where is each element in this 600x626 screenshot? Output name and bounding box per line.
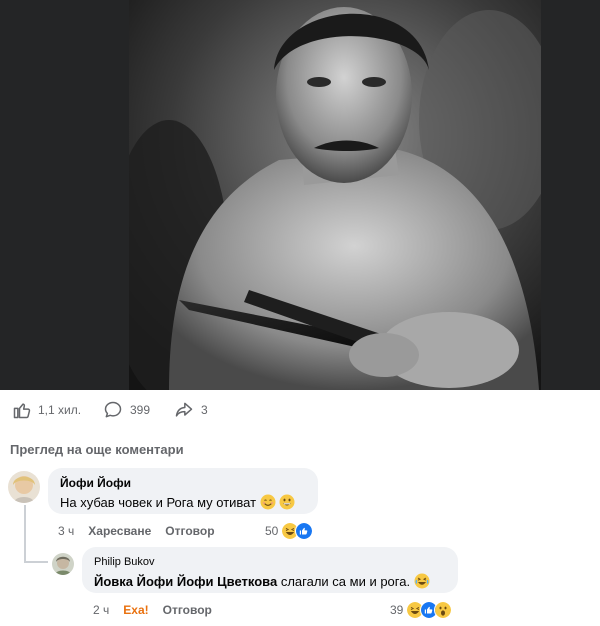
comment-bubble-icon [104, 401, 122, 418]
post-stats: 1,1 хил. 399 3 [0, 390, 600, 430]
share-arrow-icon [175, 402, 193, 417]
reaction-count: 50 [265, 524, 279, 538]
comment-count: 399 [130, 403, 151, 417]
comment-text: На хубав човек и Рога му отиват [60, 494, 295, 510]
comment-author[interactable]: Йофи Йофи [60, 476, 131, 490]
like-stat[interactable]: 1,1 хил. [12, 400, 81, 420]
share-count: 3 [201, 403, 208, 417]
avatar[interactable] [52, 553, 74, 575]
post-photo[interactable] [129, 0, 541, 390]
reply-button[interactable]: Отговор [163, 603, 212, 617]
share-stat[interactable]: 3 [173, 400, 208, 420]
like-reaction-icon [295, 522, 314, 540]
view-more-comments-link[interactable]: Преглед на още коментари [10, 442, 184, 457]
reply-reactions[interactable]: 39 [390, 601, 453, 619]
reply-thread-line [24, 505, 26, 563]
thumbs-up-icon [13, 403, 31, 419]
reply-bubble: Philip Bukov Йовка Йофи Йофи Цветкова сл… [82, 547, 458, 593]
comment-actions: 3 ч Харесване Отговор [58, 524, 229, 538]
smiling-face-icon [260, 494, 276, 510]
post-media-area [0, 0, 600, 390]
wow-reaction-icon [434, 601, 453, 619]
like-count: 1,1 хил. [38, 403, 82, 417]
wow-reaction-button[interactable]: Еха! [123, 603, 148, 617]
mention-link[interactable]: Йовка Йофи Йофи Цветкова [94, 574, 277, 589]
comment-bubble: Йофи Йофи На хубав човек и Рога му отива… [48, 468, 318, 514]
reply-actions: 2 ч Еха! Отговор [93, 603, 226, 617]
reply-thread-elbow [24, 561, 48, 563]
laughing-crying-face-icon [414, 573, 430, 589]
reaction-count: 39 [390, 603, 404, 617]
comment-stat[interactable]: 399 [102, 400, 150, 420]
comment-time[interactable]: 3 ч [58, 524, 74, 538]
comment-reactions[interactable]: 50 [265, 522, 314, 540]
like-comment-button[interactable]: Харесване [88, 524, 151, 538]
grinning-face-icon [279, 494, 295, 510]
comment-body: На хубав човек и Рога му отиват [60, 495, 257, 510]
reply-button[interactable]: Отговор [165, 524, 214, 538]
reply-body: слагали са ми и рога. [280, 574, 411, 589]
reply-time[interactable]: 2 ч [93, 603, 109, 617]
reply-text: Йовка Йофи Йофи Цветкова слагали са ми и… [94, 573, 430, 589]
avatar[interactable] [8, 471, 40, 503]
reply-author[interactable]: Philip Bukov [94, 556, 155, 568]
